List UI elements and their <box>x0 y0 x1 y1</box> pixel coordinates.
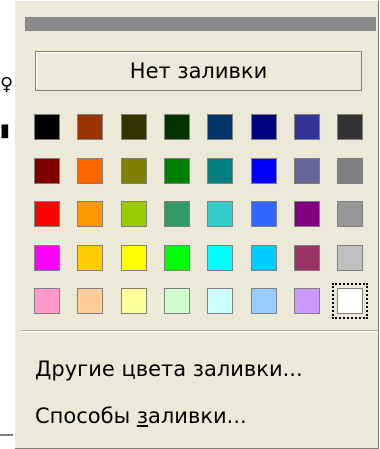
color-swatch[interactable] <box>332 283 368 319</box>
color-swatch[interactable] <box>294 288 320 314</box>
color-swatch[interactable] <box>207 158 233 184</box>
color-swatch[interactable] <box>337 158 363 184</box>
color-swatch[interactable] <box>251 201 277 227</box>
background-glyph: ▮ <box>0 120 10 141</box>
fill-effects-label-suffix: аливки... <box>148 404 247 428</box>
color-swatch[interactable] <box>77 245 103 271</box>
color-swatch[interactable] <box>294 114 320 140</box>
fill-color-popup: Нет заливки Другие цвета заливки... Спос… <box>13 0 379 449</box>
color-swatch[interactable] <box>207 245 233 271</box>
color-swatch[interactable] <box>164 114 190 140</box>
color-swatch[interactable] <box>34 288 60 314</box>
color-swatch[interactable] <box>164 245 190 271</box>
color-swatch[interactable] <box>121 245 147 271</box>
background-glyph: ♀ <box>0 74 14 95</box>
color-swatch[interactable] <box>164 201 190 227</box>
color-swatch[interactable] <box>77 114 103 140</box>
color-swatch[interactable] <box>251 114 277 140</box>
color-swatch[interactable] <box>251 245 277 271</box>
color-swatch[interactable] <box>34 158 60 184</box>
color-swatch[interactable] <box>164 158 190 184</box>
color-swatch[interactable] <box>121 114 147 140</box>
color-swatch[interactable] <box>207 201 233 227</box>
color-swatch[interactable] <box>77 158 103 184</box>
color-swatch[interactable] <box>121 158 147 184</box>
color-swatch[interactable] <box>121 201 147 227</box>
color-swatch[interactable] <box>34 114 60 140</box>
color-swatch[interactable] <box>337 245 363 271</box>
color-swatch[interactable] <box>251 158 277 184</box>
color-swatch[interactable] <box>207 114 233 140</box>
background-window: ♀ ▮ <box>0 0 14 449</box>
color-swatch[interactable] <box>77 201 103 227</box>
color-swatch[interactable] <box>164 288 190 314</box>
background-divider <box>0 434 14 436</box>
more-fill-colors-item[interactable]: Другие цвета заливки... <box>35 352 375 386</box>
color-swatch[interactable] <box>337 114 363 140</box>
color-swatch[interactable] <box>34 201 60 227</box>
popup-drag-handle[interactable] <box>25 17 376 31</box>
fill-effects-hotkey: з <box>136 404 149 428</box>
color-swatch[interactable] <box>337 201 363 227</box>
fill-effects-label-prefix: Способы <box>35 404 137 428</box>
color-swatch[interactable] <box>294 158 320 184</box>
color-swatch[interactable] <box>77 288 103 314</box>
color-swatch[interactable] <box>251 288 277 314</box>
no-fill-button[interactable]: Нет заливки <box>35 51 362 91</box>
color-swatch[interactable] <box>121 288 147 314</box>
color-swatch[interactable] <box>207 288 233 314</box>
color-swatch[interactable] <box>294 201 320 227</box>
fill-effects-item[interactable]: Способы заливки... <box>35 399 375 433</box>
color-swatch[interactable] <box>34 245 60 271</box>
color-swatch[interactable] <box>294 245 320 271</box>
menu-separator <box>21 330 378 332</box>
